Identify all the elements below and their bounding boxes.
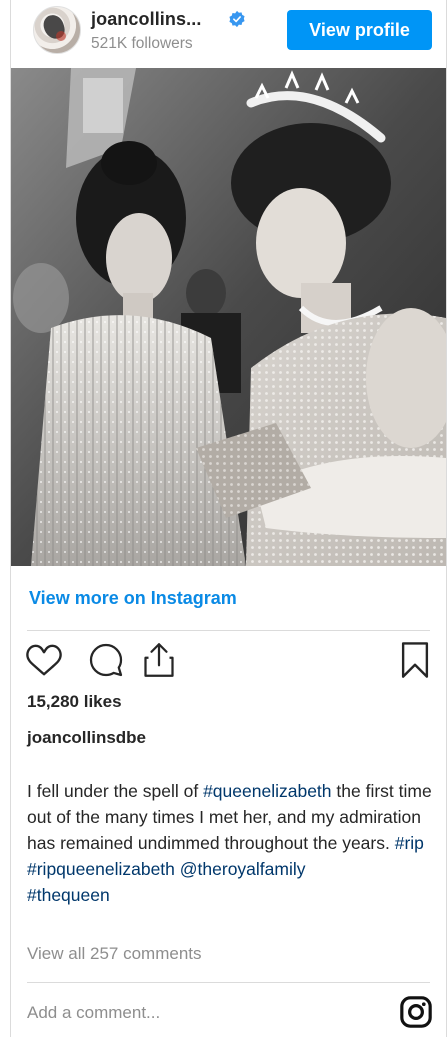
heart-icon[interactable] bbox=[25, 641, 63, 679]
divider bbox=[27, 630, 430, 631]
view-more-link[interactable]: View more on Instagram bbox=[29, 588, 237, 609]
verified-badge-icon bbox=[229, 10, 245, 28]
share-icon[interactable] bbox=[141, 641, 177, 679]
follower-count: 521K followers bbox=[91, 35, 193, 52]
view-all-comments-link[interactable]: View all 257 comments bbox=[27, 944, 202, 964]
mention-link[interactable]: @theroyalfamily bbox=[180, 859, 306, 879]
bookmark-icon[interactable] bbox=[399, 641, 431, 679]
caption-username[interactable]: joancollinsdbe bbox=[27, 728, 146, 748]
like-count[interactable]: 15,280 likes bbox=[27, 692, 122, 712]
black-and-white-photo bbox=[11, 68, 446, 566]
caption-text: I fell under the spell of bbox=[27, 781, 204, 801]
instagram-icon[interactable] bbox=[399, 995, 433, 1029]
post-caption: I fell under the spell of #queenelizabet… bbox=[27, 778, 435, 908]
profile-username[interactable]: joancollins... bbox=[91, 9, 201, 30]
hashtag-link[interactable]: #thequeen bbox=[27, 885, 110, 905]
action-bar bbox=[25, 641, 431, 681]
profile-avatar[interactable] bbox=[33, 6, 81, 54]
divider bbox=[27, 982, 430, 983]
hashtag-link[interactable]: #queenelizabeth bbox=[203, 781, 331, 801]
add-comment-input[interactable]: Add a comment... bbox=[27, 1003, 160, 1023]
post-header: joancollins... 521K followers View profi… bbox=[11, 0, 446, 64]
instagram-embed-card: joancollins... 521K followers View profi… bbox=[10, 0, 447, 1037]
comment-icon[interactable] bbox=[88, 642, 124, 678]
view-profile-button[interactable]: View profile bbox=[287, 10, 432, 50]
post-photo[interactable] bbox=[11, 68, 446, 566]
hashtag-link[interactable]: #ripqueenelizabeth bbox=[27, 859, 175, 879]
hashtag-link[interactable]: #rip bbox=[395, 833, 424, 853]
